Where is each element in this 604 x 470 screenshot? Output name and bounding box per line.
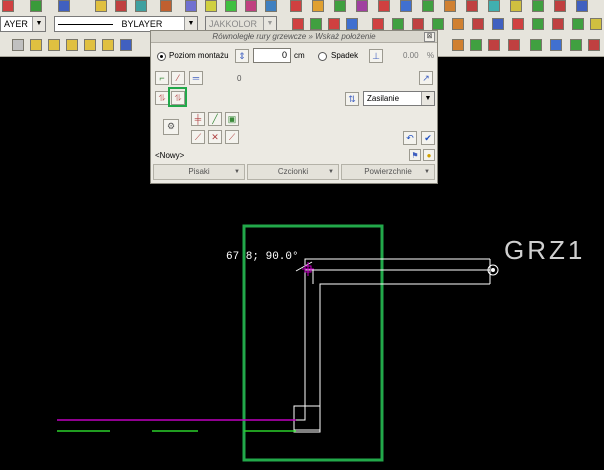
tool-b1-icon[interactable]: ⟋: [191, 130, 205, 144]
cursor-crosshair-icon: [302, 262, 314, 276]
tab-pens[interactable]: Pisaki ▼: [153, 164, 245, 180]
tab-fonts[interactable]: Czcionki ▼: [247, 164, 339, 180]
level-radio-label: Poziom montażu: [169, 51, 229, 60]
preset-icon[interactable]: ⚑: [409, 149, 421, 161]
grz-label: GRZ1: [504, 235, 585, 265]
tab-pens-label: Pisaki: [188, 167, 210, 176]
counter-value: 0: [237, 74, 242, 83]
pipe-parallel-icon[interactable]: ═: [189, 71, 203, 85]
tool-a2-icon[interactable]: ╱: [208, 112, 222, 126]
pipe-pair-icon[interactable]: ⥮: [155, 91, 169, 105]
undo-icon[interactable]: ↶: [403, 131, 417, 145]
supply-value: Zasilanie: [367, 94, 400, 103]
slope-radio-label: Spadek: [331, 51, 359, 60]
pick-slope-icon[interactable]: ⊥: [369, 49, 383, 63]
confirm-icon[interactable]: ✔: [421, 131, 435, 145]
corner-arrow-icon[interactable]: ↗: [419, 71, 433, 85]
coordinate-label: 67 8; 90.0°: [226, 251, 299, 263]
tool-a3-icon[interactable]: ▣: [225, 112, 239, 126]
pipe-right-icon[interactable]: ⁄: [171, 71, 185, 85]
pick-level-icon[interactable]: ⇕: [235, 49, 249, 63]
parallel-pipes-dialog: Równoległe rury grzewcze » Wskaż położen…: [150, 30, 438, 184]
tool-a1-icon[interactable]: ╪: [191, 112, 205, 126]
pipe-left-icon[interactable]: ⌐: [155, 71, 169, 85]
tab-surfaces-label: Powierzchnie: [364, 167, 412, 176]
settings-icon[interactable]: ⚙: [163, 119, 179, 135]
level-input[interactable]: 0: [253, 48, 291, 63]
chevron-down-icon[interactable]: ▼: [421, 92, 434, 105]
lightbulb-icon[interactable]: ●: [423, 149, 435, 161]
tab-fonts-label: Czcionki: [277, 167, 309, 176]
new-item-label[interactable]: <Nowy>: [155, 151, 184, 160]
level-unit: cm: [294, 51, 305, 60]
level-radio[interactable]: [157, 52, 166, 61]
pipe-route: [293, 258, 491, 433]
close-icon[interactable]: ⊠: [424, 32, 435, 42]
slope-radio[interactable]: [318, 52, 327, 61]
tool-b3-icon[interactable]: ⟋: [225, 130, 239, 144]
slope-unit: %: [427, 51, 435, 60]
swap-icon[interactable]: ⇅: [345, 92, 359, 106]
dialog-title[interactable]: Równoległe rury grzewcze » Wskaż położen…: [151, 31, 437, 43]
supply-select[interactable]: Zasilanie ▼: [363, 91, 435, 106]
tool-b2-icon[interactable]: ✕: [208, 130, 222, 144]
pipe-pair-alt-highlight: [168, 87, 187, 107]
tab-surfaces[interactable]: Powierzchnie ▼: [341, 164, 435, 180]
slope-value: 0.00: [403, 51, 419, 60]
